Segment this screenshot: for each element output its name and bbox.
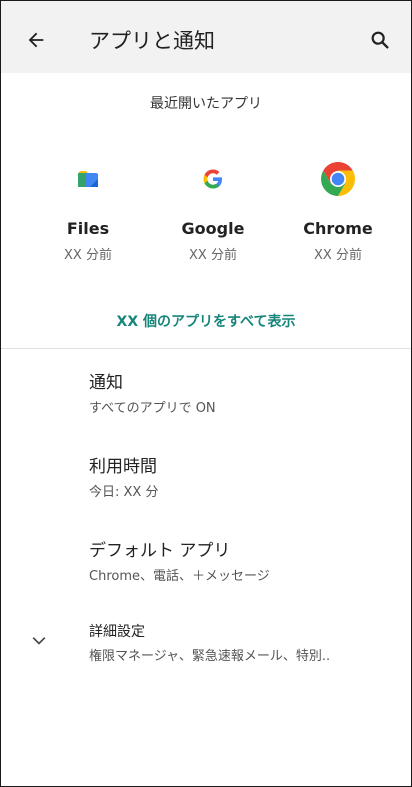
app-name: Chrome xyxy=(303,219,373,238)
app-last-used: XX 分前 xyxy=(189,248,237,263)
item-subtitle: 権限マネージャ、緊急速報メール、特別.. xyxy=(89,649,331,664)
item-title: 通知 xyxy=(89,373,123,393)
item-subtitle: Chrome、電話、＋メッセージ xyxy=(89,569,270,584)
chevron-down-icon xyxy=(32,637,46,645)
chrome-icon xyxy=(318,159,358,199)
app-name: Google xyxy=(181,219,245,238)
settings-item-screen-time[interactable]: 利用時間 今日: XX 分 xyxy=(89,452,399,500)
settings-item-notifications[interactable]: 通知 すべてのアプリで ON xyxy=(89,368,399,416)
settings-item-advanced[interactable]: 詳細設定 権限マネージャ、緊急速報メール、特別.. xyxy=(89,621,399,664)
recent-apps-header: 最近開いたアプリ xyxy=(150,96,262,112)
recent-app-google[interactable]: Google XX 分前 xyxy=(153,159,273,263)
section-divider xyxy=(1,348,411,349)
app-last-used: XX 分前 xyxy=(64,248,112,263)
screen: アプリと通知 最近開いたアプリ Files XX 分前 Google XX 分前… xyxy=(0,0,412,787)
item-title: 詳細設定 xyxy=(89,624,145,640)
google-icon xyxy=(193,159,233,199)
search-button[interactable] xyxy=(363,23,397,57)
recent-app-files[interactable]: Files XX 分前 xyxy=(28,159,148,263)
item-title: 利用時間 xyxy=(89,457,157,477)
page-title: アプリと通知 xyxy=(89,29,215,53)
item-subtitle: すべてのアプリで ON xyxy=(89,401,216,416)
settings-item-default-apps[interactable]: デフォルト アプリ Chrome、電話、＋メッセージ xyxy=(89,536,399,584)
app-name: Files xyxy=(66,219,110,238)
search-icon xyxy=(371,31,389,49)
item-title: デフォルト アプリ xyxy=(89,541,231,561)
app-last-used: XX 分前 xyxy=(314,248,362,263)
arrow-back-icon xyxy=(28,32,44,48)
back-button[interactable] xyxy=(19,23,53,57)
recent-app-chrome[interactable]: Chrome XX 分前 xyxy=(278,159,398,263)
files-icon xyxy=(68,159,108,199)
app-bar: アプリと通知 xyxy=(1,1,411,73)
item-subtitle: 今日: XX 分 xyxy=(89,485,159,500)
show-all-apps-link[interactable]: XX 個のアプリをすべて表示 xyxy=(1,311,411,331)
